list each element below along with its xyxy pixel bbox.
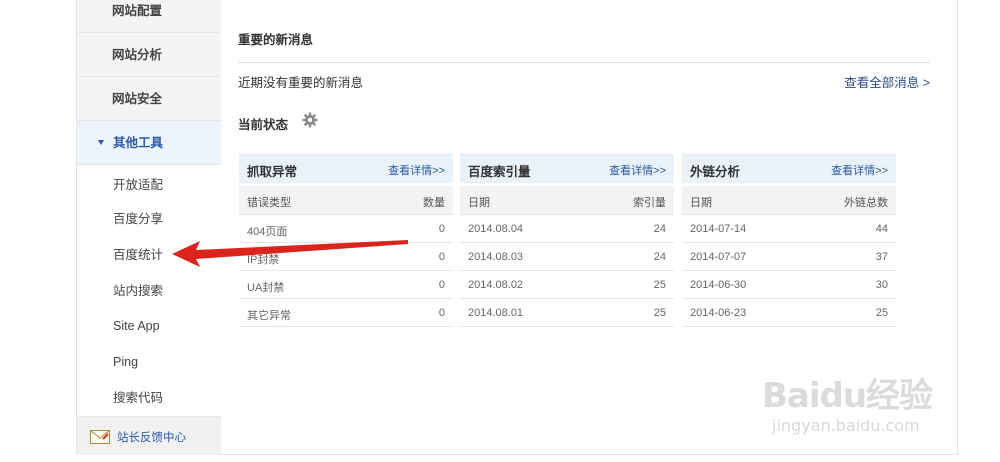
- feedback-center-link[interactable]: 站长反馈中心: [77, 416, 221, 455]
- sidebar-item-label: 网站分析: [112, 48, 163, 62]
- column-header: 错误类型: [247, 197, 291, 209]
- sidebar: 网站配置 网站分析 网站安全 其他工具 开放适配 百度分享 百度统计 站内搜索 …: [77, 0, 221, 455]
- messages-title: 重要的新消息: [238, 33, 314, 47]
- panel-title: 抓取异常: [247, 165, 298, 179]
- backlinks-panel: 外链分析 查看详情>> 日期 外链总数 2014-07-14 44 2014-07…: [682, 154, 896, 327]
- no-messages-text: 近期没有重要的新消息: [238, 76, 364, 90]
- caret-down-icon: [98, 140, 104, 146]
- panel-title: 百度索引量: [468, 165, 531, 179]
- table-cell: 0: [438, 307, 445, 319]
- table-cell: 25: [875, 307, 888, 319]
- sidebar-subitem-site-app[interactable]: Site App: [113, 316, 160, 336]
- table-cell: 0: [438, 251, 445, 263]
- table-cell: 0: [438, 279, 445, 291]
- gear-icon[interactable]: [302, 112, 318, 128]
- table-cell: 25: [653, 279, 666, 291]
- view-all-messages-link[interactable]: 查看全部消息 >: [844, 72, 930, 91]
- table-cell: 25: [653, 307, 666, 319]
- table-cell: 2014-06-30: [690, 279, 747, 291]
- panel-title: 外链分析: [690, 165, 741, 179]
- table-row: 2014-07-14 44: [682, 215, 896, 243]
- table-cell: 2014.08.04: [468, 223, 524, 235]
- sidebar-item-site-analysis[interactable]: 网站分析: [77, 33, 221, 77]
- table-cell: 30: [875, 279, 888, 291]
- table-cell: 24: [653, 223, 666, 235]
- column-header: 日期: [468, 197, 490, 209]
- column-header: 数量: [423, 197, 445, 209]
- index-volume-panel: 百度索引量 查看详情>> 日期 索引量 2014.08.04 24 2014.08…: [460, 154, 674, 327]
- annotation-arrow-icon: [172, 240, 408, 267]
- table-row: 2014.08.04 24: [460, 215, 674, 243]
- watermark-brand: Baidu经验: [762, 376, 933, 416]
- sidebar-item-label: 其他工具: [113, 136, 164, 150]
- sidebar-subitem-baidu-stats[interactable]: 百度统计: [113, 245, 163, 265]
- view-details-link[interactable]: 查看详情>>: [388, 162, 445, 178]
- view-details-link[interactable]: 查看详情>>: [831, 162, 888, 178]
- table-row: 2014.08.02 25: [460, 271, 674, 299]
- sidebar-item-label: 网站配置: [112, 4, 163, 18]
- sidebar-item-label: 网站安全: [112, 92, 163, 106]
- panel-header: 百度索引量 查看详情>>: [460, 154, 674, 183]
- table-cell: 2014.08.01: [468, 307, 524, 319]
- table-cell: UA封禁: [247, 282, 285, 294]
- sidebar-subitem-open-adapt[interactable]: 开放适配: [113, 175, 163, 195]
- view-details-link[interactable]: 查看详情>>: [609, 162, 666, 178]
- sidebar-item-site-security[interactable]: 网站安全: [77, 77, 221, 121]
- table-cell: 0: [438, 223, 445, 235]
- sidebar-subitem-baidu-share[interactable]: 百度分享: [113, 209, 163, 229]
- panel-header: 抓取异常 查看详情>>: [239, 154, 453, 183]
- table-row: 2014.08.03 24: [460, 243, 674, 271]
- column-header: 外链总数: [844, 197, 888, 209]
- status-title: 当前状态: [238, 118, 289, 132]
- table-cell: 2014.08.03: [468, 251, 524, 263]
- table-cell: 44: [875, 223, 888, 235]
- watermark-url: jingyan.baidu.com: [772, 416, 920, 435]
- sidebar-item-site-config[interactable]: 网站配置: [77, 0, 221, 33]
- table-cell: 2014-06-23: [690, 307, 747, 319]
- table-cell: 2014-07-07: [690, 251, 747, 263]
- table-cell: 2014.08.02: [468, 279, 524, 291]
- watermark: Baidu经验 jingyan.baidu.com: [762, 368, 952, 440]
- panel-header: 外链分析 查看详情>>: [682, 154, 896, 183]
- feedback-label: 站长反馈中心: [117, 432, 186, 444]
- sidebar-subitem-search-code[interactable]: 搜索代码: [113, 388, 163, 408]
- table-cell: 2014-07-14: [690, 223, 747, 235]
- table-header: 错误类型 数量: [239, 186, 453, 215]
- divider: [238, 62, 930, 63]
- mail-icon: [90, 430, 110, 444]
- table-header: 日期 索引量: [460, 186, 674, 215]
- column-header: 索引量: [633, 197, 666, 209]
- sidebar-subitem-site-search[interactable]: 站内搜索: [113, 281, 163, 301]
- table-row: 2014-07-07 37: [682, 243, 896, 271]
- submenu-other-tools: 开放适配 百度分享 百度统计 站内搜索 Site App Ping 搜索代码: [77, 165, 221, 416]
- table-row: 2014.08.01 25: [460, 299, 674, 327]
- table-cell: 37: [875, 251, 888, 263]
- table-cell: 其它异常: [247, 310, 291, 322]
- column-header: 日期: [690, 197, 712, 209]
- table-row: 2014-06-23 25: [682, 299, 896, 327]
- sidebar-subitem-ping[interactable]: Ping: [113, 352, 138, 372]
- table-row: UA封禁 0: [239, 271, 453, 299]
- table-row: 2014-06-30 30: [682, 271, 896, 299]
- table-row: 其它异常 0: [239, 299, 453, 327]
- table-cell: 24: [653, 251, 666, 263]
- table-header: 日期 外链总数: [682, 186, 896, 215]
- sidebar-item-other-tools[interactable]: 其他工具: [77, 121, 221, 165]
